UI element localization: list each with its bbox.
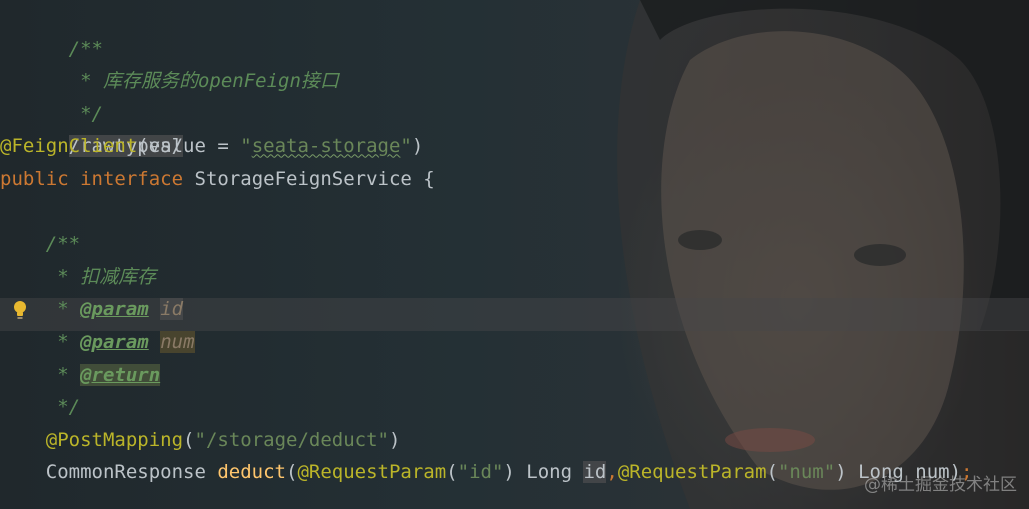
annotation: @FeignClient xyxy=(0,135,138,158)
code-content[interactable]: /** * 库存服务的openFeign接口 */ /rawtypes/ @Fe… xyxy=(0,0,972,489)
code-token: , xyxy=(606,461,618,484)
doc-comment: 扣减库存 xyxy=(80,265,157,288)
code-line: * @param id xyxy=(0,293,972,326)
code-token: ) xyxy=(388,428,401,451)
code-line: */ xyxy=(0,391,972,424)
doc-comment: /** xyxy=(45,233,81,256)
code-line: @FeignClient(value = "seata-storage") xyxy=(0,130,972,163)
code-line: /** xyxy=(0,0,972,60)
annotation: @RequestParam xyxy=(617,461,767,484)
code-token: ) xyxy=(411,135,424,158)
code-token: ( xyxy=(766,461,778,484)
keyword: public xyxy=(0,167,69,190)
doc-tag: @return xyxy=(80,363,161,386)
doc-tag: @param xyxy=(80,330,149,353)
return-type: CommonResponse xyxy=(45,461,218,484)
code-line: @PostMapping("/storage/deduct") xyxy=(0,424,972,457)
string-quote: " xyxy=(400,135,412,158)
code-token: ( xyxy=(286,461,298,484)
code-line: * 库存服务的openFeign接口 xyxy=(0,33,972,92)
doc-param-name: num xyxy=(160,330,195,353)
string-literal: "id" xyxy=(457,461,504,484)
annotation: @RequestParam xyxy=(297,461,447,484)
code-line: /rawtypes/ xyxy=(0,98,972,158)
code-line: * 扣减库存 xyxy=(0,261,972,294)
doc-prefix: * xyxy=(45,265,81,288)
interface-name: StorageFeignService { xyxy=(194,167,435,190)
code-token: (value = xyxy=(137,135,241,158)
code-line: public interface StorageFeignService { xyxy=(0,163,972,196)
doc-prefix: * xyxy=(45,298,81,321)
doc-param-name: id xyxy=(160,298,184,321)
doc-tag: @param xyxy=(80,298,149,321)
code-line: CommonResponse deduct(@RequestParam("id"… xyxy=(0,456,972,489)
doc-comment: */ xyxy=(45,396,81,419)
code-editor[interactable]: /** * 库存服务的openFeign接口 */ /rawtypes/ @Fe… xyxy=(0,0,1029,509)
string-literal: "/storage/deduct" xyxy=(194,428,389,451)
code-line: * @return xyxy=(0,359,972,392)
doc-prefix: * xyxy=(45,363,81,386)
code-token: ( xyxy=(446,461,458,484)
keyword: interface xyxy=(80,167,184,190)
string-literal: "num" xyxy=(777,461,836,484)
parameter-name: id xyxy=(583,461,607,484)
code-token: ( xyxy=(183,428,195,451)
string-literal: seata-storage xyxy=(251,135,401,158)
watermark: @稀土掘金技术社区 xyxy=(864,475,1017,495)
code-line: /** xyxy=(0,228,972,261)
doc-prefix: * xyxy=(45,330,81,353)
code-line: * @param num xyxy=(0,326,972,359)
method-name: deduct xyxy=(217,461,286,484)
string-quote: " xyxy=(240,135,252,158)
annotation: @PostMapping xyxy=(45,428,184,451)
code-token: ) Long xyxy=(503,461,584,484)
code-line: */ xyxy=(0,65,972,125)
